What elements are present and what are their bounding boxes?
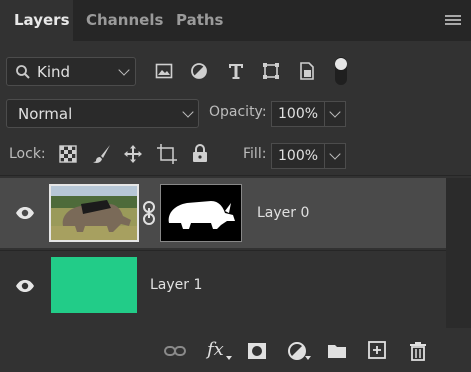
- chevron-down-icon: [329, 148, 341, 160]
- panel-menu-icon[interactable]: [445, 15, 461, 26]
- link-layers-icon[interactable]: [164, 344, 186, 358]
- lock-all-icon[interactable]: [191, 143, 209, 163]
- visibility-eye-icon[interactable]: [15, 279, 35, 293]
- layer-mask-thumbnail[interactable]: [160, 184, 242, 242]
- opacity-slider-button[interactable]: [324, 101, 346, 127]
- delete-layer-icon[interactable]: [409, 341, 427, 361]
- filter-toggle-icon[interactable]: [333, 55, 349, 87]
- layer-row-layer-1[interactable]: Layer 1: [0, 250, 446, 318]
- fx-dropdown-arrow-icon: [226, 356, 232, 360]
- lock-label: Lock:: [9, 146, 46, 162]
- rhino-mask-silhouette: [168, 201, 235, 229]
- kind-filter-dropdown[interactable]: Kind: [6, 57, 136, 86]
- type-filter-icon[interactable]: [227, 62, 245, 80]
- new-layer-icon[interactable]: [368, 341, 386, 359]
- fill-slider-button[interactable]: [324, 143, 346, 169]
- search-icon: [16, 65, 30, 79]
- opacity-input[interactable]: 100%: [271, 101, 325, 127]
- mask-link-icon[interactable]: [141, 200, 157, 226]
- fill-label: Fill:: [243, 146, 267, 162]
- tab-paths[interactable]: Paths: [176, 0, 224, 41]
- adjustment-filter-icon[interactable]: [190, 62, 208, 80]
- visibility-eye-icon[interactable]: [15, 206, 35, 220]
- lock-artboard-icon[interactable]: [157, 144, 177, 164]
- smart-object-filter-icon[interactable]: [298, 62, 316, 80]
- layers-panel: Layers Channels Paths Kind Normal Opacit…: [0, 0, 471, 372]
- chevron-down-icon: [182, 106, 194, 118]
- fx-icon[interactable]: fx: [207, 339, 224, 360]
- rhino-photo-thumbnail: [51, 186, 137, 240]
- layers-scrollbar[interactable]: [446, 178, 471, 328]
- kind-filter-label: Kind: [37, 63, 71, 81]
- tab-channels[interactable]: Channels: [86, 0, 163, 41]
- lock-position-icon[interactable]: [123, 144, 143, 164]
- blend-mode-dropdown[interactable]: Normal: [6, 99, 199, 128]
- chevron-down-icon: [118, 64, 130, 76]
- add-mask-icon[interactable]: [247, 342, 267, 360]
- shape-filter-icon[interactable]: [262, 62, 280, 80]
- panel-bottom-toolbar: fx: [0, 330, 471, 372]
- lock-image-pixels-icon[interactable]: [92, 144, 112, 164]
- fill-input[interactable]: 100%: [271, 143, 325, 169]
- opacity-label: Opacity:: [209, 104, 267, 120]
- new-group-icon[interactable]: [327, 343, 347, 359]
- panel-tab-bar: Layers Channels Paths: [0, 0, 471, 41]
- layer-thumbnail-fill: [51, 257, 137, 313]
- image-filter-icon[interactable]: [155, 62, 173, 80]
- layer-name[interactable]: Layer 0: [257, 205, 309, 221]
- adjustment-dropdown-arrow-icon: [305, 356, 311, 360]
- layer-name[interactable]: Layer 1: [150, 277, 202, 293]
- divider: [0, 175, 471, 176]
- blend-mode-value: Normal: [18, 105, 73, 123]
- adjustment-layer-icon[interactable]: [287, 341, 307, 361]
- layer-thumbnail-image: [49, 184, 139, 242]
- tab-layers[interactable]: Layers: [0, 0, 73, 41]
- lock-transparent-pixels-icon[interactable]: [59, 145, 77, 163]
- layer-row-layer-0[interactable]: Layer 0: [0, 178, 446, 248]
- chevron-down-icon: [329, 106, 341, 118]
